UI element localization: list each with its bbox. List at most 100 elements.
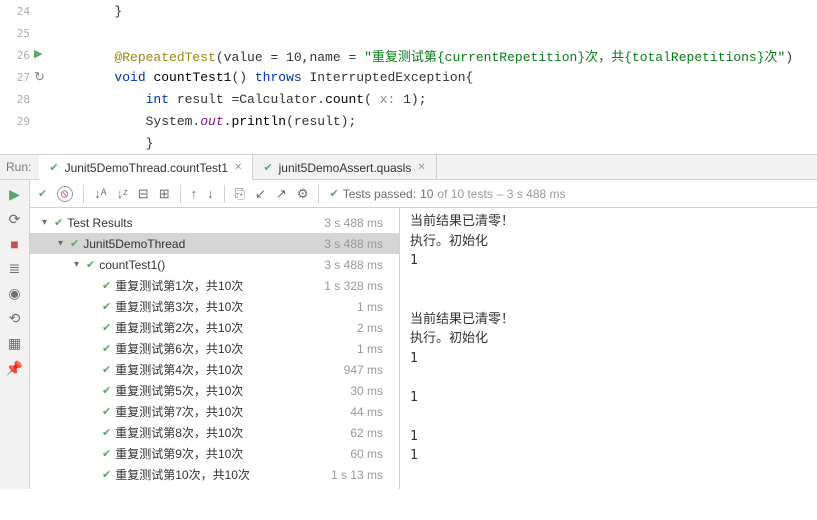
pin-button[interactable]: 📌	[6, 360, 23, 377]
tab-pass-icon: ✔	[263, 161, 272, 174]
tree-row[interactable]: ✔重复测试第8次，共10次62 ms	[30, 422, 399, 443]
tree-time: 1 s 13 ms	[331, 468, 391, 482]
twisty-icon[interactable]: ▾	[42, 217, 54, 228]
down-icon[interactable]: ↓	[207, 186, 214, 201]
export-icon[interactable]: ⎘	[235, 186, 245, 202]
tree-label: 重复测试第9次，共10次	[115, 445, 350, 462]
tree-row[interactable]: ✔重复测试第1次，共10次1 s 328 ms	[30, 275, 399, 296]
code-line[interactable]: 25	[0, 22, 817, 44]
settings-icon[interactable]: ⚙	[297, 186, 309, 202]
pass-icon: ✔	[102, 426, 111, 439]
import-icon[interactable]: ↙	[255, 186, 266, 202]
code-line[interactable]: 26 @RepeatedTest(value = 10,name = "重复测试…	[0, 44, 817, 66]
tree-time: 1 ms	[357, 300, 391, 314]
tree-time: 3 s 488 ms	[324, 216, 391, 230]
debug-button[interactable]: ⟳	[9, 211, 21, 228]
run-tab[interactable]: ✔ Junit5DemoThread.countTest1 ✕	[39, 155, 253, 180]
camera-button[interactable]: ◉	[8, 285, 20, 302]
tree-time: 3 s 488 ms	[324, 258, 391, 272]
code-line[interactable]: 27 void countTest1() throws InterruptedE…	[0, 66, 817, 88]
code-line[interactable]: 29 System.out.println(result);	[0, 110, 817, 132]
sort-asc-icon[interactable]: ↓ᴬ	[94, 186, 106, 201]
twisty-icon[interactable]: ▾	[58, 238, 70, 249]
run-label: Run:	[6, 160, 31, 174]
tab-label: Junit5DemoThread.countTest1	[65, 161, 228, 175]
tree-label: countTest1()	[99, 258, 324, 272]
pass-filter-icon[interactable]: ✔	[38, 187, 47, 200]
test-tree[interactable]: ▾✔Test Results3 s 488 ms▾✔Junit5DemoThre…	[30, 208, 400, 489]
pass-icon: ✔	[102, 300, 111, 313]
stop-button[interactable]: ■	[10, 236, 18, 252]
code-text: int result =Calculator.count( x: 1);	[52, 92, 427, 107]
tree-row[interactable]: ✔重复测试第2次，共10次2 ms	[30, 317, 399, 338]
pass-icon: ✔	[102, 279, 111, 292]
separator	[83, 185, 84, 203]
line-number: 29	[0, 115, 32, 128]
tree-time: 60 ms	[350, 447, 391, 461]
dump-button[interactable]: ≣	[9, 260, 21, 277]
tree-row[interactable]: ✔ 重复测试第9次，共10次60 ms	[30, 443, 399, 464]
open-icon[interactable]: ↗	[276, 186, 287, 202]
gutter-run-icon[interactable]: ▶	[34, 47, 42, 60]
code-line[interactable]: 28 int result =Calculator.count( x: 1);	[0, 88, 817, 110]
tree-time: 947 ms	[344, 363, 391, 377]
pass-icon: ✔	[102, 447, 111, 460]
collapse-icon[interactable]: ⊟	[138, 186, 149, 202]
history-button[interactable]: ⟲	[9, 310, 21, 327]
pass-icon: ✔	[86, 258, 95, 271]
tree-row[interactable]: ▾✔Junit5DemoThread3 s 488 ms	[30, 233, 399, 254]
line-number: 24	[0, 5, 32, 18]
tree-row[interactable]: ✔重复测试第5次，共10次30 ms	[30, 380, 399, 401]
code-editor[interactable]: ▶ ↻ 24 } 25 26 @RepeatedTest(value = 10,na…	[0, 0, 817, 154]
pass-icon: ✔	[102, 405, 111, 418]
tree-time: 3 s 488 ms	[324, 237, 391, 251]
tree-label: 重复测试第6次，共10次	[115, 340, 357, 357]
code-line[interactable]: 24 }	[0, 0, 817, 22]
gutter-recycle-icon[interactable]: ↻	[34, 69, 45, 85]
line-number: 28	[0, 93, 32, 106]
status-time: – 3 s 488 ms	[497, 187, 566, 201]
code-text: @RepeatedTest(value = 10,name = "重复测试第{c…	[52, 46, 793, 65]
expand-icon[interactable]: ⊞	[159, 186, 170, 202]
tree-row[interactable]: ▾✔ countTest1()3 s 488 ms	[30, 254, 399, 275]
line-number: 27	[0, 71, 32, 84]
separator	[180, 185, 181, 203]
pass-icon: ✔	[102, 363, 111, 376]
pass-icon: ✔	[102, 468, 111, 481]
tree-time: 1 ms	[357, 342, 391, 356]
tree-row[interactable]: ▾✔Test Results3 s 488 ms	[30, 212, 399, 233]
fail-filter-icon[interactable]: ⊘	[57, 186, 73, 202]
tree-row[interactable]: ✔ 重复测试第10次，共10次1 s 13 ms	[30, 464, 399, 485]
tree-row[interactable]: ✔重复测试第6次，共10次1 ms	[30, 338, 399, 359]
status-pass-icon: ✔	[329, 187, 338, 200]
tree-time: 62 ms	[350, 426, 391, 440]
run-tab[interactable]: ✔junit5DemoAssert.quasls✕	[253, 155, 436, 180]
twisty-icon[interactable]: ▾	[74, 259, 86, 270]
code-line[interactable]: }	[0, 132, 817, 154]
separator	[318, 185, 319, 203]
tree-time: 1 s 328 ms	[324, 279, 391, 293]
line-number: 25	[0, 27, 32, 40]
run-button[interactable]: ▶	[9, 186, 20, 203]
tree-row[interactable]: ✔重复测试第7次，共10次44 ms	[30, 401, 399, 422]
status-count: 10	[420, 187, 433, 201]
run-panel-header: Run: ✔Junit5DemoThread.countTest1✕✔junit…	[0, 155, 817, 180]
status-prefix: Tests passed:	[343, 187, 416, 201]
tree-label: 重复测试第4次，共10次	[115, 361, 343, 378]
close-icon[interactable]: ✕	[417, 162, 425, 173]
tree-row[interactable]: ✔ 重复测试第4次，共10次947 ms	[30, 359, 399, 380]
tree-row[interactable]: ✔重复测试第3次，共10次1 ms	[30, 296, 399, 317]
code-text: }	[52, 136, 153, 151]
run-toolbar: ✔ ⊘ ↓ᴬ ↓ᶻ ⊟ ⊞ ↑ ↓ ⎘ ↙ ↗ ⚙ ✔ Tests passed…	[30, 180, 817, 208]
pass-icon: ✔	[102, 321, 111, 334]
separator	[224, 185, 225, 203]
console-output[interactable]: 当前结果已清零！ 执行。初始化 1 当前结果已清零！ 执行。初始化 1 1 1 …	[400, 208, 817, 489]
sort-desc-icon[interactable]: ↓ᶻ	[117, 186, 128, 201]
up-icon[interactable]: ↑	[191, 186, 198, 201]
tree-label: 重复测试第10次，共10次	[115, 466, 331, 483]
tab-pass-icon: ✔	[49, 161, 58, 174]
close-icon[interactable]: ✕	[234, 162, 242, 173]
layout-button[interactable]: ▦	[8, 335, 21, 352]
tree-time: 30 ms	[350, 384, 391, 398]
tree-label: Test Results	[67, 216, 324, 230]
